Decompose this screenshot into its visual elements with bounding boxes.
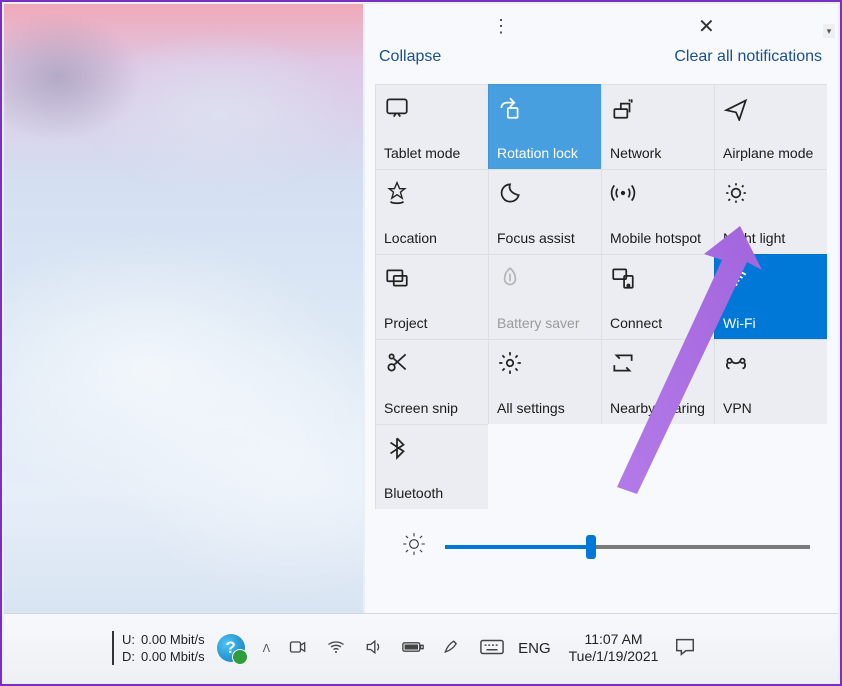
desktop-wallpaper [4,4,363,616]
battery-tray-icon[interactable] [402,637,424,660]
tablet-icon [384,93,480,123]
connect-icon [610,263,706,293]
clear-notifications-link[interactable]: Clear all notifications [674,48,822,66]
tile-wifi[interactable]: Wi-Fi [714,254,827,339]
vpn-icon [723,348,819,378]
bluetooth-icon [384,433,480,463]
tile-tablet[interactable]: Tablet mode [375,84,488,169]
tile-label: Project [384,315,428,331]
nightlight-icon [723,178,819,208]
tile-network[interactable]: Network [601,84,714,169]
tile-project[interactable]: Project [375,254,488,339]
taskbar: U: D: 0.00 Mbit/s 0.00 Mbit/s ᐱ ENG 11:0… [4,613,838,682]
tile-vpn[interactable]: VPN [714,339,827,424]
net-up-label: U: [122,631,135,648]
net-down-label: D: [122,648,135,665]
project-icon [384,263,480,293]
tile-settings[interactable]: All settings [488,339,601,424]
tile-label: Airplane mode [723,145,813,161]
clock-time: 11:07 AM [569,631,659,648]
tile-nearby[interactable]: Nearby sharing [601,339,714,424]
tile-label: Rotation lock [497,145,578,161]
tile-label: Tablet mode [384,145,460,161]
network-meter: U: D: 0.00 Mbit/s 0.00 Mbit/s [112,631,205,665]
tile-label: Bluetooth [384,485,443,501]
tile-battery[interactable]: Battery saver [488,254,601,339]
tile-label: Connect [610,315,662,331]
language-indicator[interactable]: ENG [518,640,551,657]
tile-bluetooth[interactable]: Bluetooth [375,424,488,509]
wifi-icon [723,263,819,293]
battery-icon [497,263,593,293]
collapse-link[interactable]: Collapse [379,48,441,66]
tile-label: VPN [723,400,752,416]
tile-label: Network [610,145,661,161]
keyboard-tray-icon[interactable] [480,637,504,660]
help-tray-icon[interactable] [217,634,245,662]
tile-label: Location [384,230,437,246]
tray-overflow-icon[interactable]: ᐱ [263,642,271,655]
tile-hotspot[interactable]: Mobile hotspot [601,169,714,254]
brightness-slider[interactable] [365,509,838,562]
net-down-value: 0.00 Mbit/s [141,648,205,665]
clock-date: Tue/1/19/2021 [569,648,659,665]
wifi-tray-icon[interactable] [326,637,346,660]
focus-icon [497,178,593,208]
location-icon [384,178,480,208]
meet-now-icon[interactable] [288,637,308,660]
net-up-value: 0.00 Mbit/s [141,631,205,648]
rotation-icon [497,93,593,123]
tile-label: Wi-Fi [723,315,756,331]
action-center-tray-icon[interactable] [674,636,696,661]
tile-label: Mobile hotspot [610,230,701,246]
tile-location[interactable]: Location [375,169,488,254]
scroll-down-icon[interactable]: ▾ [823,24,835,38]
more-icon[interactable]: ⋮ [492,16,510,37]
volume-tray-icon[interactable] [364,637,384,660]
pen-tray-icon[interactable] [442,637,462,660]
airplane-icon [723,93,819,123]
tile-focus[interactable]: Focus assist [488,169,601,254]
hotspot-icon [610,178,706,208]
taskbar-clock[interactable]: 11:07 AM Tue/1/19/2021 [569,631,659,665]
tile-label: Screen snip [384,400,458,416]
tile-label: Focus assist [497,230,575,246]
tile-airplane[interactable]: Airplane mode [714,84,827,169]
tile-label: Battery saver [497,315,579,331]
tile-label: Night light [723,230,785,246]
brightness-icon [401,531,427,562]
tile-label: Nearby sharing [610,400,705,416]
snip-icon [384,348,480,378]
action-center-panel: ⋮ ✕ ▾ Collapse Clear all notifications T… [365,4,838,616]
close-icon[interactable]: ✕ [698,14,715,39]
tile-snip[interactable]: Screen snip [375,339,488,424]
tile-connect[interactable]: Connect [601,254,714,339]
settings-icon [497,348,593,378]
tile-nightlight[interactable]: Night light [714,169,827,254]
nearby-icon [610,348,706,378]
network-icon [610,93,706,123]
tile-label: All settings [497,400,565,416]
tile-rotation[interactable]: Rotation lock [488,84,601,169]
